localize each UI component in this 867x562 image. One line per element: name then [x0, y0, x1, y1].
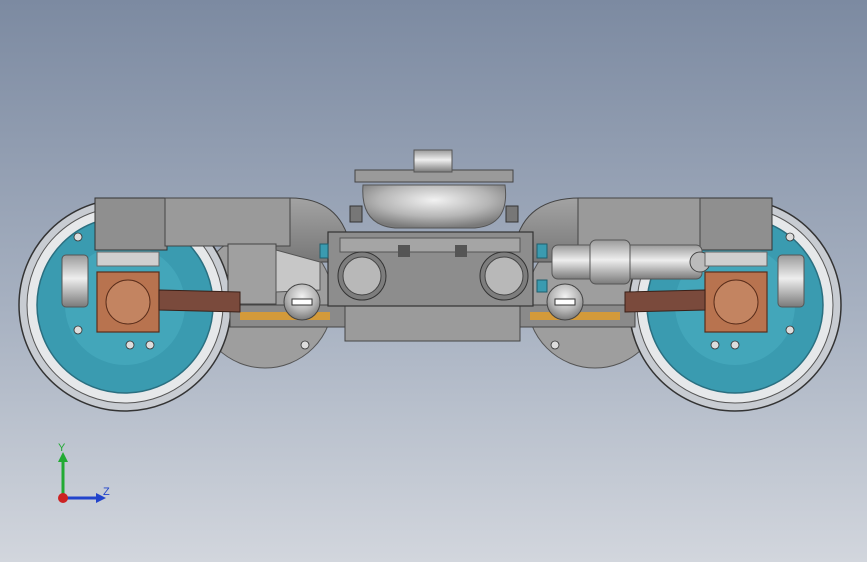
y-axis-label: Y [58, 442, 66, 454]
z-axis-label: Z [103, 486, 110, 498]
air-spring[interactable] [349, 149, 519, 229]
brake-arm-left [158, 289, 241, 313]
primary-spring-left [96, 251, 160, 267]
bogie-model[interactable] [0, 0, 867, 562]
sensor-cap-right[interactable] [546, 283, 584, 321]
sensor-cap-left[interactable] [283, 283, 321, 321]
brake-arm-right [624, 289, 706, 313]
yaw-damper[interactable] [551, 239, 711, 285]
x-axis-dot [58, 493, 68, 503]
center-bolster[interactable] [327, 231, 534, 307]
cad-viewport[interactable]: Y Z [0, 0, 867, 562]
primary-spring-right [704, 251, 768, 267]
